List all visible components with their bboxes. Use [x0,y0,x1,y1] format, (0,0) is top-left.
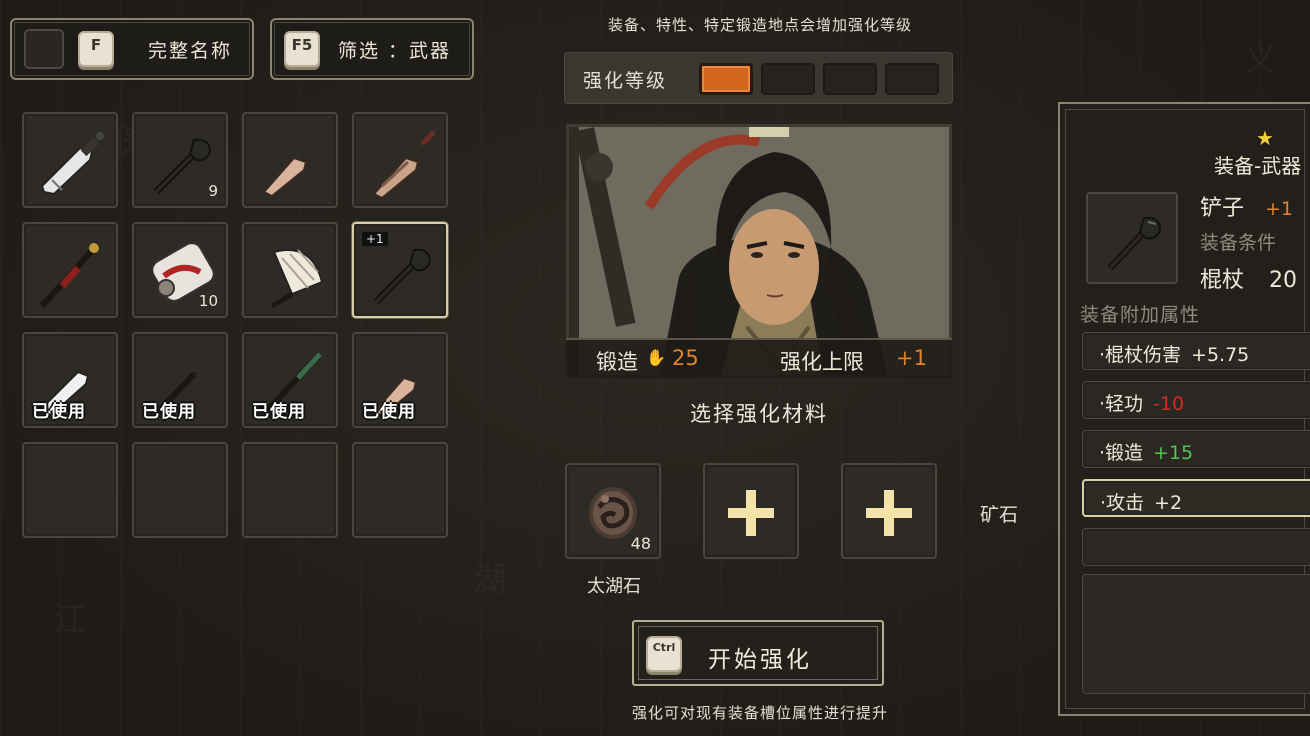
attribute-value: +5.75 [1191,344,1250,366]
item-qty: 10 [198,292,218,310]
feather-fan-icon [270,249,324,309]
dagger-icon [262,132,324,198]
upgrade-level-pip [761,63,815,95]
inventory-slot-broadsword[interactable] [22,112,118,208]
material-slot-1[interactable]: 48 [565,463,661,559]
upgrade-level-pip [823,63,877,95]
material-qty: 48 [630,534,651,553]
inventory-slot-spade[interactable]: 9 [132,112,228,208]
attribute-text: ·锻造 +15 [1099,438,1193,465]
attribute-value: -10 [1153,393,1185,415]
item-type-label: 装备-武器 [1214,154,1302,178]
fullname-toggle-button[interactable]: F 完整名称 [10,18,254,80]
used-label: 已使用 [252,402,306,422]
inventory-slot-feather-fan[interactable] [242,222,338,318]
item-qty: 9 [208,182,218,200]
start-upgrade-label: 开始强化 [708,647,812,673]
used-label: 已使用 [32,402,86,422]
attribute-text: ·攻击 +2 [1100,488,1182,515]
inventory-slot-dagger[interactable] [242,112,338,208]
inventory-slot-bandage-scroll[interactable]: 10 [132,222,228,318]
item-plus: +1 [1265,198,1294,220]
hand-icon: ✋ [646,348,666,367]
attribute-text: ·轻功 -10 [1099,389,1184,416]
attribute-label: ·攻击 [1100,492,1145,514]
forging-label: 锻造 [596,350,638,374]
choose-material-title: 选择强化材料 [690,402,828,426]
fullname-checkbox[interactable] [24,29,64,69]
item-name: 铲子 +1 [1200,190,1293,222]
filter-button[interactable]: F5 筛选 ：武器 [270,18,474,80]
bonus-attributes-title: 装备附加属性 [1080,304,1201,326]
start-upgrade-button[interactable]: Ctrl 开始强化 [632,620,884,686]
material-slot-2-add[interactable] [703,463,799,559]
inventory-slot-empty[interactable] [352,442,448,538]
attribute-value: +15 [1153,442,1194,464]
item-name-text: 铲子 [1200,196,1245,221]
upgrade-badge: +1 [362,232,388,246]
filter-label: 筛选 ：武器 [338,39,452,62]
inventory-slot-green-spear[interactable]: 已使用 [242,332,338,428]
dagger-brown-icon [372,130,436,200]
upgrade-level-label: 强化等级 [583,70,668,92]
red-spear-icon [39,241,101,309]
inventory-slot-empty[interactable] [242,442,338,538]
item-detail-icon [1086,192,1178,284]
attribute-value: +2 [1154,492,1183,514]
broadsword-icon [40,132,104,196]
attribute-label: ·棍杖伤害 [1099,344,1182,366]
forge-hint-text: 装备、特性、特定锻造地点会增加强化等级 [607,16,912,34]
inventory-slot-empty[interactable] [132,442,228,538]
attribute-label: ·锻造 [1099,442,1144,464]
inventory-slot-dagger-brown[interactable] [352,112,448,208]
attribute-row[interactable]: ·锻造 +15 [1082,430,1310,468]
forging-value: 25 [672,346,699,370]
key-f5-icon: F5 [284,31,320,67]
attribute-row[interactable]: ·攻击 +2 [1082,479,1310,517]
material-slot-3-add[interactable] [841,463,937,559]
plus-icon-vertical [884,490,894,536]
requirement-number: 20 [1269,268,1298,293]
inventory-slot-empty[interactable] [22,442,118,538]
requirement-skill: 棍杖 [1200,268,1245,293]
requirement-label: 装备条件 [1200,232,1277,254]
fullname-label: 完整名称 [148,39,233,62]
material-name: 太湖石 [587,576,641,597]
key-ctrl-icon: Ctrl [646,636,682,672]
attribute-area-empty [1082,574,1310,694]
attribute-row[interactable]: ·棍杖伤害 +5.75 [1082,332,1310,370]
star-icon: ★ [1256,126,1274,150]
upgrade-level-pip [885,63,939,95]
attribute-text: ·棍杖伤害 +5.75 [1099,340,1249,367]
forge-stat-strip: 锻造 ✋ 25 强化上限 +1 [566,338,952,378]
bg-decoration: 湖 [470,560,510,600]
attribute-label: ·轻功 [1099,393,1144,415]
upgrade-footnote: 强化可对现有装备槽位属性进行提升 [631,704,888,722]
inventory-slot-trident[interactable]: 已使用 [132,332,228,428]
upgrade-cap-label: 强化上限 [780,350,864,374]
inventory-slot-spade[interactable]: +1 [352,222,448,318]
attribute-row-empty[interactable] [1082,528,1310,566]
upgrade-level-pip [699,63,753,95]
bg-decoration: 义 [1240,40,1280,80]
inventory-slot-sword[interactable]: 已使用 [22,332,118,428]
plus-icon-vertical [746,490,756,536]
key-f-icon: F [78,31,114,67]
used-label: 已使用 [362,402,416,422]
ore-category-label: 矿石 [980,504,1019,526]
spade-icon [1107,216,1162,271]
attribute-row[interactable]: ·轻功 -10 [1082,381,1310,419]
requirement-value: 棍杖 20 [1200,262,1297,294]
inventory-slot-dagger[interactable]: 已使用 [352,332,448,428]
used-label: 已使用 [142,402,196,422]
bg-decoration: 江 [50,600,90,640]
upgrade-level-bar: 强化等级 [564,52,953,104]
upgrade-cap-value: +1 [896,346,927,370]
inventory-slot-red-spear[interactable] [22,222,118,318]
